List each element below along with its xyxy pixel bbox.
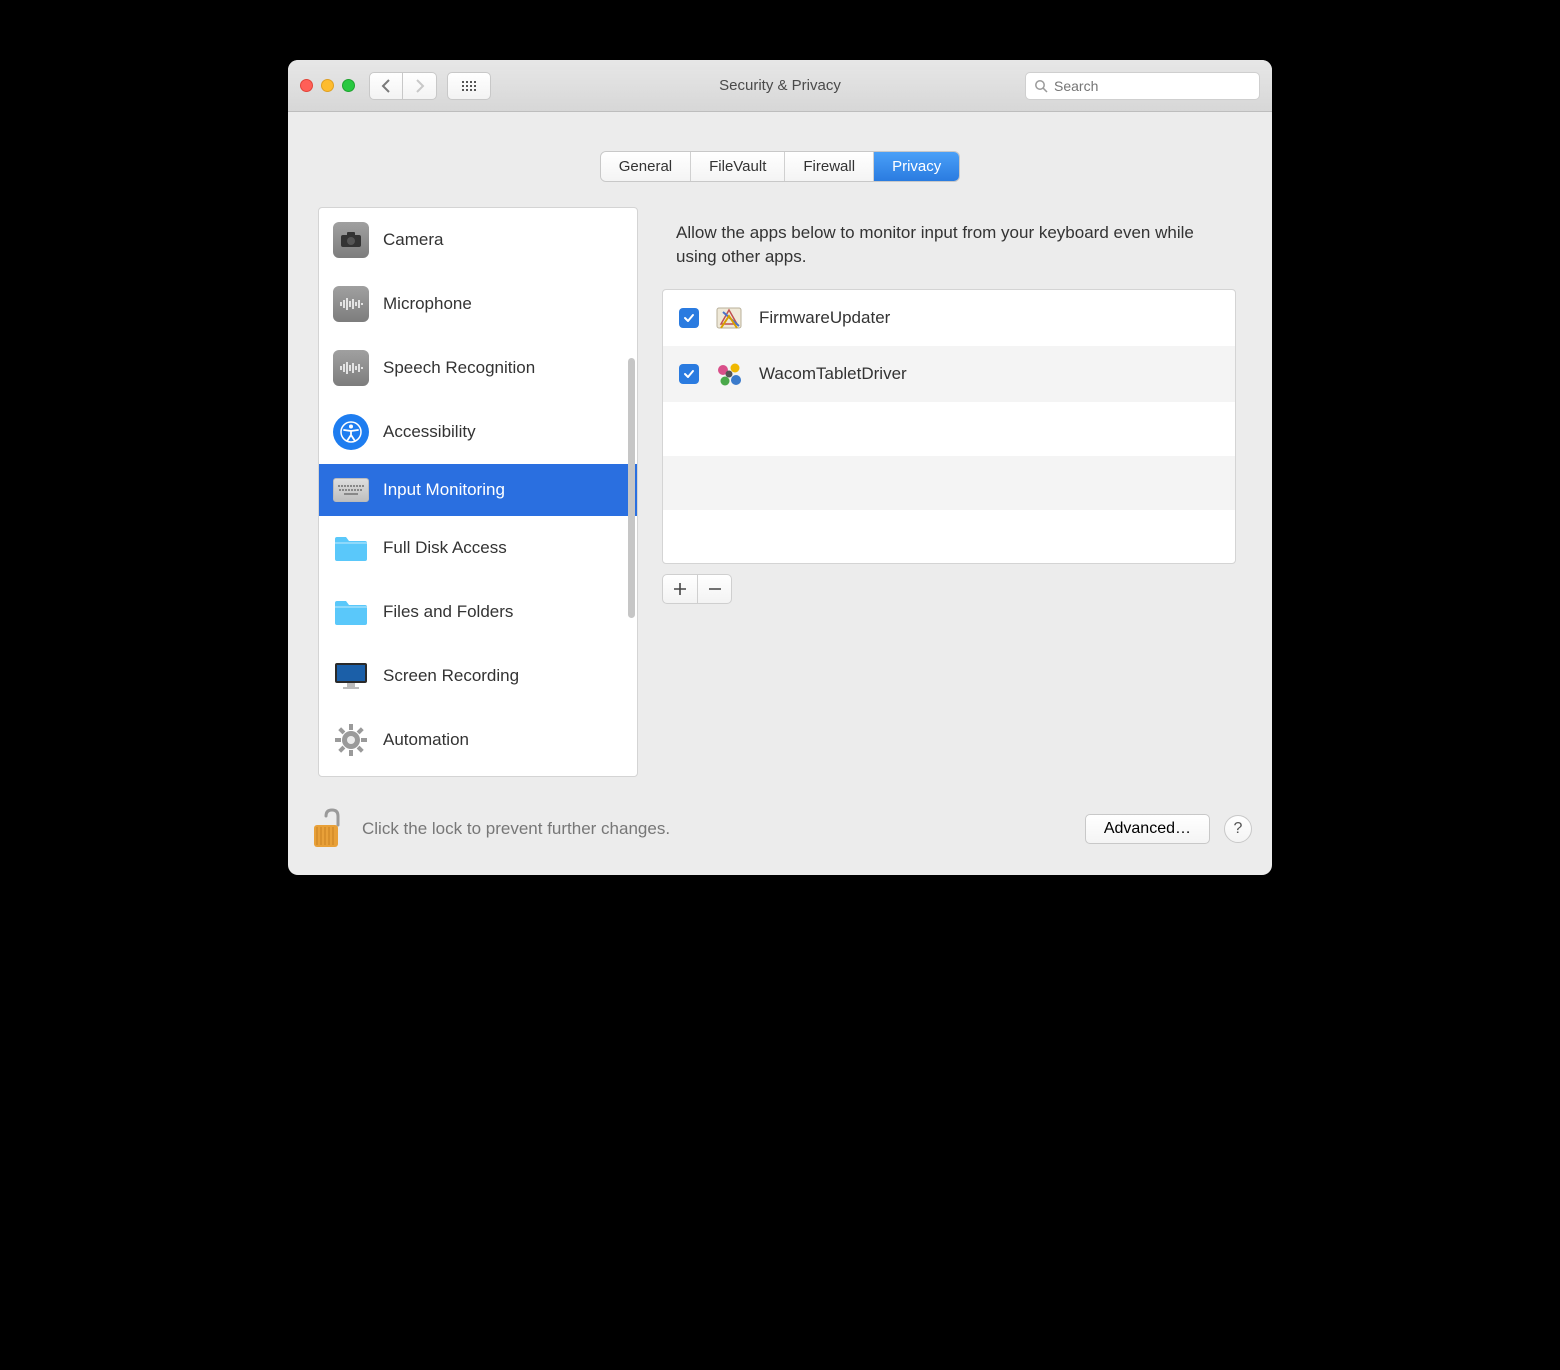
sidebar-item-screen-recording[interactable]: Screen Recording	[319, 644, 637, 708]
app-row-empty	[663, 402, 1235, 456]
search-input[interactable]	[1054, 78, 1251, 94]
minus-icon	[708, 582, 722, 596]
app-row[interactable]: FirmwareUpdater	[663, 290, 1235, 346]
camera-icon	[333, 222, 369, 258]
folder-icon	[333, 594, 369, 630]
description-text: Allow the apps below to monitor input fr…	[656, 207, 1242, 289]
add-remove-buttons	[662, 574, 732, 604]
preferences-window: Security & Privacy General FileVault Fir…	[288, 60, 1272, 875]
window-controls	[300, 79, 355, 92]
grid-icon	[461, 80, 477, 92]
add-button[interactable]	[663, 575, 697, 603]
sidebar-item-full-disk-access[interactable]: Full Disk Access	[319, 516, 637, 580]
keyboard-icon	[333, 478, 369, 502]
close-window-button[interactable]	[300, 79, 313, 92]
remove-button[interactable]	[697, 575, 731, 603]
tab-firewall[interactable]: Firewall	[784, 152, 873, 181]
titlebar: Security & Privacy	[288, 60, 1272, 112]
sidebar-item-label: Accessibility	[383, 422, 476, 442]
search-icon	[1034, 79, 1048, 93]
tab-filevault[interactable]: FileVault	[690, 152, 784, 181]
sidebar-item-microphone[interactable]: Microphone	[319, 272, 637, 336]
accessibility-icon	[333, 414, 369, 450]
app-permission-list: FirmwareUpdater WacomTabletDriver	[662, 289, 1236, 564]
lock-icon[interactable]	[308, 807, 348, 851]
sidebar-item-label: Screen Recording	[383, 666, 519, 686]
app-checkbox[interactable]	[679, 364, 699, 384]
privacy-category-list: Camera Microphone Speech Recognition Acc…	[318, 207, 638, 777]
app-row-empty	[663, 456, 1235, 510]
sidebar-item-speech-recognition[interactable]: Speech Recognition	[319, 336, 637, 400]
app-row[interactable]: WacomTabletDriver	[663, 346, 1235, 402]
zoom-window-button[interactable]	[342, 79, 355, 92]
app-name: FirmwareUpdater	[759, 308, 890, 328]
app-row-empty	[663, 510, 1235, 564]
sidebar-item-label: Speech Recognition	[383, 358, 535, 378]
back-button[interactable]	[369, 72, 403, 100]
display-icon	[333, 658, 369, 694]
help-button[interactable]: ?	[1224, 815, 1252, 843]
sidebar-item-accessibility[interactable]: Accessibility	[319, 400, 637, 464]
detail-pane: Allow the apps below to monitor input fr…	[656, 207, 1242, 777]
advanced-button[interactable]: Advanced…	[1085, 814, 1210, 844]
plus-icon	[673, 582, 687, 596]
app-name: WacomTabletDriver	[759, 364, 907, 384]
app-icon	[713, 302, 745, 334]
sidebar-item-label: Microphone	[383, 294, 472, 314]
search-field[interactable]	[1025, 72, 1260, 100]
sidebar-item-label: Automation	[383, 730, 469, 750]
sidebar-item-label: Files and Folders	[383, 602, 513, 622]
folder-icon	[333, 530, 369, 566]
waveform-icon	[333, 350, 369, 386]
sidebar-item-files-and-folders[interactable]: Files and Folders	[319, 580, 637, 644]
sidebar-item-input-monitoring[interactable]: Input Monitoring	[319, 464, 637, 516]
footer: Click the lock to prevent further change…	[288, 787, 1272, 875]
sidebar-item-automation[interactable]: Automation	[319, 708, 637, 772]
sidebar-item-label: Camera	[383, 230, 443, 250]
tab-general[interactable]: General	[601, 152, 690, 181]
app-checkbox[interactable]	[679, 308, 699, 328]
tab-bar: General FileVault Firewall Privacy	[288, 112, 1272, 189]
app-icon	[713, 358, 745, 390]
sidebar-item-label: Full Disk Access	[383, 538, 507, 558]
tab-privacy[interactable]: Privacy	[873, 152, 959, 181]
content-area: Camera Microphone Speech Recognition Acc…	[288, 189, 1272, 787]
lock-status-text: Click the lock to prevent further change…	[362, 819, 670, 839]
waveform-icon	[333, 286, 369, 322]
nav-buttons	[369, 72, 437, 100]
gear-icon	[333, 722, 369, 758]
forward-button[interactable]	[403, 72, 437, 100]
scrollbar[interactable]	[628, 358, 635, 618]
sidebar-item-label: Input Monitoring	[383, 480, 505, 500]
show-all-button[interactable]	[447, 72, 491, 100]
minimize-window-button[interactable]	[321, 79, 334, 92]
sidebar-item-camera[interactable]: Camera	[319, 208, 637, 272]
